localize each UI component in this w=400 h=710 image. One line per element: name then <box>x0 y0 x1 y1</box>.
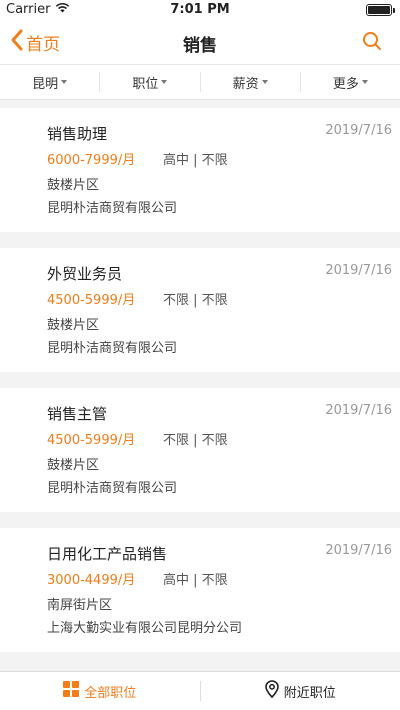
tab-nearby-jobs[interactable]: 附近职位 <box>201 680 400 702</box>
job-title: 日用化工产品销售 <box>47 545 168 563</box>
job-area: 鼓楼片区 <box>47 178 100 193</box>
job-card[interactable]: 销售助理 2019/7/16 6000-7999/月 高中 | 不限 鼓楼片区 … <box>0 108 400 232</box>
job-title: 销售助理 <box>47 125 108 143</box>
page-title: 销售 <box>183 36 217 56</box>
tab-label: 附近职位 <box>283 685 336 701</box>
grid-icon <box>63 681 80 701</box>
job-company: 上海大勤实业有限公司昆明分公司 <box>47 621 243 636</box>
job-salary: 4500-5999/月 <box>47 433 136 448</box>
filter-position[interactable]: 职位 <box>100 72 201 92</box>
job-date: 2019/7/16 <box>325 123 392 138</box>
filter-city[interactable]: 昆明 <box>0 72 101 92</box>
job-title: 外贸业务员 <box>47 265 123 283</box>
filter-label: 昆明 <box>32 76 59 92</box>
filter-label: 薪资 <box>232 76 259 92</box>
job-salary: 3000-4499/月 <box>47 573 136 588</box>
job-date: 2019/7/16 <box>325 543 392 558</box>
caret-down-icon <box>61 80 68 84</box>
filter-label: 职位 <box>132 76 159 92</box>
job-title: 销售主管 <box>47 405 108 423</box>
job-list: 销售助理 2019/7/16 6000-7999/月 高中 | 不限 鼓楼片区 … <box>0 108 400 668</box>
search-button[interactable] <box>362 31 382 55</box>
job-area: 鼓楼片区 <box>47 318 100 333</box>
nav-bar: 首页 销售 <box>0 20 400 64</box>
job-area: 鼓楼片区 <box>47 458 100 473</box>
tab-label: 全部职位 <box>84 685 137 701</box>
status-bar: Carrier 7:01 PM <box>0 0 400 20</box>
job-company: 昆明朴洁商贸有限公司 <box>47 341 178 356</box>
tab-bar: 全部职位 附近职位 <box>0 671 400 710</box>
job-card[interactable]: 销售主管 2019/7/16 4500-5999/月 不限 | 不限 鼓楼片区 … <box>0 388 400 512</box>
job-requirement: 不限 | 不限 <box>163 293 228 308</box>
job-salary: 6000-7999/月 <box>47 153 136 168</box>
job-requirement: 高中 | 不限 <box>163 573 228 588</box>
caret-down-icon <box>261 80 268 84</box>
job-area: 南屏街片区 <box>47 598 113 613</box>
battery-icon <box>366 4 395 16</box>
status-time: 7:01 PM <box>170 2 230 17</box>
search-icon <box>362 32 382 55</box>
caret-down-icon <box>161 80 168 84</box>
job-date: 2019/7/16 <box>325 403 392 418</box>
job-card[interactable]: 外贸业务员 2019/7/16 4500-5999/月 不限 | 不限 鼓楼片区… <box>0 248 400 372</box>
job-date: 2019/7/16 <box>325 263 392 278</box>
filter-bar: 昆明 职位 薪资 更多 <box>0 64 400 100</box>
job-company: 昆明朴洁商贸有限公司 <box>47 201 178 216</box>
job-requirement: 高中 | 不限 <box>163 153 228 168</box>
job-requirement: 不限 | 不限 <box>163 433 228 448</box>
job-company: 昆明朴洁商贸有限公司 <box>47 481 178 496</box>
caret-down-icon <box>361 80 368 84</box>
tab-all-jobs[interactable]: 全部职位 <box>0 681 200 701</box>
filter-label: 更多 <box>332 76 359 92</box>
filter-more[interactable]: 更多 <box>301 72 400 92</box>
filter-salary[interactable]: 薪资 <box>201 72 301 92</box>
job-card[interactable]: 日用化工产品销售 2019/7/16 3000-4499/月 高中 | 不限 南… <box>0 528 400 652</box>
location-pin-icon <box>264 680 279 702</box>
job-salary: 4500-5999/月 <box>47 293 136 308</box>
